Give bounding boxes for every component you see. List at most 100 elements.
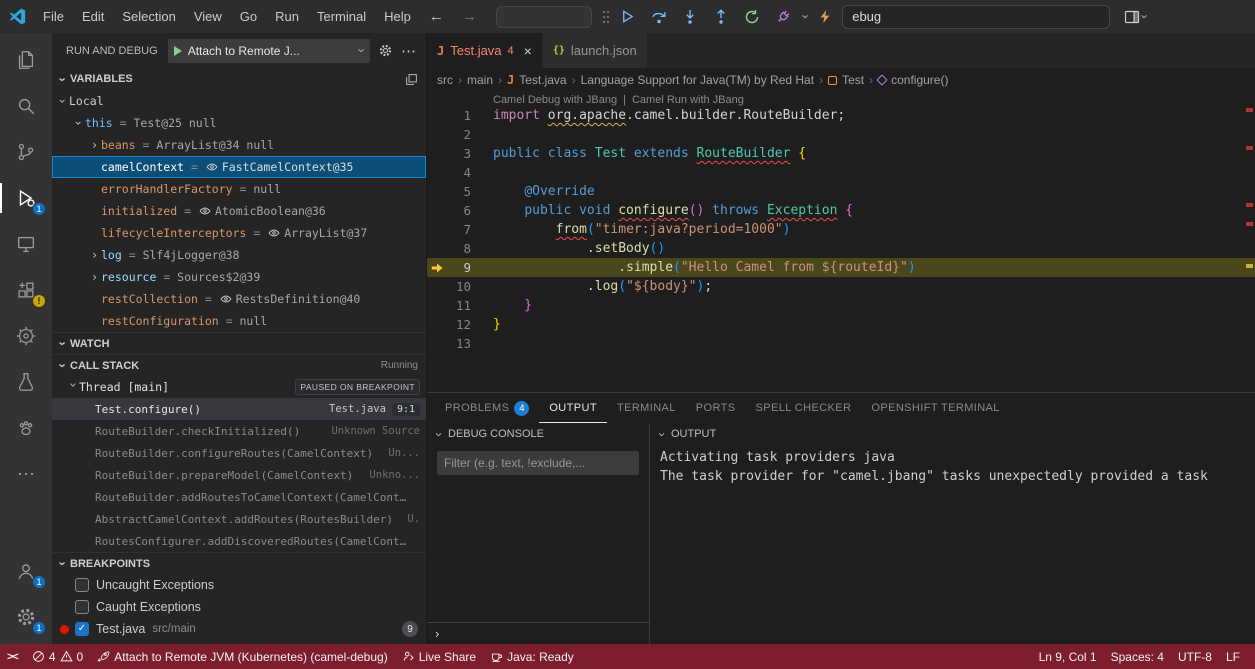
breadcrumb-class[interactable]: Test <box>842 73 864 87</box>
variable-row[interactable]: initialized = AtomicBoolean@36 <box>52 200 426 222</box>
search-box[interactable] <box>496 6 592 28</box>
stack-frame[interactable]: RouteBuilder.addRoutesToCamelContext(Cam… <box>52 486 426 508</box>
menu-go[interactable]: Go <box>231 0 266 33</box>
java-status[interactable]: Java: Ready <box>483 644 581 669</box>
live-share-status[interactable]: Live Share <box>395 644 483 669</box>
variable-row[interactable]: ›resource = Sources$2@39 <box>52 266 426 288</box>
variable-row[interactable]: restConfiguration = null <box>52 310 426 332</box>
activity-source-control[interactable] <box>0 129 52 175</box>
launch-config-dropdown[interactable]: Attach to Remote J... › <box>168 39 370 63</box>
forward-icon[interactable]: → <box>453 8 486 25</box>
breakpoints-section-header[interactable]: › BREAKPOINTS <box>52 552 426 574</box>
code-line-10[interactable]: 10 .log("${body}"); <box>427 277 1255 296</box>
code-line-4[interactable]: 4 <box>427 163 1255 182</box>
activity-explorer[interactable] <box>0 37 52 83</box>
breakpoint-row[interactable]: Test.javasrc/main9 <box>52 618 426 640</box>
step-over-icon[interactable] <box>649 7 669 27</box>
code-line-1[interactable]: 1import org.apache.camel.builder.RouteBu… <box>427 106 1255 125</box>
lightning-icon[interactable] <box>818 9 832 24</box>
output-header[interactable]: › OUTPUT <box>650 423 1255 445</box>
checkbox[interactable] <box>75 622 89 636</box>
menu-help[interactable]: Help <box>375 0 420 33</box>
breakpoint-row[interactable]: Uncaught Exceptions <box>52 574 426 596</box>
debug-console-header[interactable]: › DEBUG CONSOLE <box>427 423 649 445</box>
call-stack-section-header[interactable]: › CALL STACK Running <box>52 354 426 376</box>
code-line-13[interactable]: 13 <box>427 334 1255 353</box>
eye-icon[interactable] <box>199 205 211 217</box>
command-center[interactable]: ebug <box>842 5 1110 29</box>
disconnect-icon[interactable] <box>773 7 793 27</box>
activity-run-and-debug[interactable]: 1 <box>0 175 52 221</box>
variables-section-header[interactable]: › VARIABLES <box>52 68 426 90</box>
activity-more[interactable]: ⋯ <box>0 451 52 497</box>
more-actions-icon[interactable]: ⋯ <box>401 42 416 60</box>
breadcrumb-file[interactable]: Test.java <box>519 73 566 87</box>
breadcrumb-provider[interactable]: Language Support for Java(TM) by Red Hat <box>581 73 814 87</box>
code-line-6[interactable]: 6 public void configure() throws Excepti… <box>427 201 1255 220</box>
activity-accounts[interactable]: 1 <box>0 548 52 594</box>
debug-console-filter-input[interactable] <box>437 451 639 475</box>
remote-indicator[interactable]: >< <box>0 644 25 669</box>
breadcrumb-src[interactable]: src <box>437 73 453 87</box>
panel-tab-problems[interactable]: PROBLEMS4 <box>435 393 539 423</box>
tab-test-java[interactable]: J Test.java 4 × <box>427 33 543 68</box>
problems-status[interactable]: 4 0 <box>25 644 90 669</box>
panel-tab-ports[interactable]: PORTS <box>686 393 746 423</box>
activity-kubernetes[interactable] <box>0 313 52 359</box>
stack-frame[interactable]: RouteBuilder.prepareModel(CamelContext)U… <box>52 464 426 486</box>
back-icon[interactable]: ← <box>420 8 453 25</box>
debug-console-repl[interactable]: › <box>427 622 649 644</box>
eye-icon[interactable] <box>268 227 280 239</box>
activity-paw[interactable] <box>0 405 52 451</box>
breadcrumb-method[interactable]: configure() <box>891 73 948 87</box>
gear-icon[interactable] <box>378 43 393 58</box>
variable-row[interactable]: camelContext = FastCamelContext@35 <box>52 156 426 178</box>
codelens-debug-link[interactable]: Camel Debug with JBang <box>493 94 617 106</box>
open-panes-icon[interactable] <box>405 73 418 86</box>
menu-edit[interactable]: Edit <box>73 0 113 33</box>
code-line-11[interactable]: 11 } <box>427 296 1255 315</box>
debug-sessions-chevron-icon[interactable]: › <box>800 14 813 18</box>
variable-row[interactable]: errorHandlerFactory = null <box>52 178 426 200</box>
variable-row[interactable]: ›this = Test@25 null <box>52 112 426 134</box>
codelens-run-link[interactable]: Camel Run with JBang <box>632 94 744 106</box>
stack-frame[interactable]: RoutesConfigurer.addDiscoveredRoutes(Cam… <box>52 530 426 552</box>
step-into-icon[interactable] <box>680 7 700 27</box>
code-line-5[interactable]: 5 @Override <box>427 182 1255 201</box>
stack-frame[interactable]: RouteBuilder.configureRoutes(CamelContex… <box>52 442 426 464</box>
code-line-12[interactable]: 12} <box>427 315 1255 334</box>
editor-layout-button[interactable]: › <box>1124 9 1147 25</box>
variable-row[interactable]: lifecycleInterceptors = ArrayList@37 <box>52 222 426 244</box>
cursor-position[interactable]: Ln 9, Col 1 <box>1032 644 1104 669</box>
variable-row[interactable]: ›beans = ArrayList@34 null <box>52 134 426 156</box>
stack-frame[interactable]: Test.configure()Test.java9:1 <box>52 398 426 420</box>
checkbox[interactable] <box>75 578 89 592</box>
indentation[interactable]: Spaces: 4 <box>1104 644 1171 669</box>
checkbox[interactable] <box>75 600 89 614</box>
activity-remote-explorer[interactable] <box>0 221 52 267</box>
code-line-7[interactable]: 7 from("timer:java?period=1000") <box>427 220 1255 239</box>
menu-terminal[interactable]: Terminal <box>308 0 375 33</box>
panel-tab-openshift-terminal[interactable]: OPENSHIFT TERMINAL <box>861 393 1009 423</box>
eye-icon[interactable] <box>206 161 218 173</box>
code-line-8[interactable]: 8 .setBody() <box>427 239 1255 258</box>
start-debug-icon[interactable] <box>174 46 182 56</box>
activity-search[interactable] <box>0 83 52 129</box>
continue-icon[interactable] <box>618 7 638 27</box>
watch-section-header[interactable]: › WATCH <box>52 332 426 354</box>
code-line-9[interactable]: 9 .simple("Hello Camel from ${routeId}") <box>427 258 1255 277</box>
menu-view[interactable]: View <box>185 0 231 33</box>
restart-icon[interactable] <box>742 7 762 27</box>
encoding[interactable]: UTF-8 <box>1171 644 1219 669</box>
activity-extensions[interactable]: ! <box>0 267 52 313</box>
menu-file[interactable]: File <box>34 0 73 33</box>
eol[interactable]: LF <box>1219 644 1247 669</box>
output-log[interactable]: Activating task providers javaThe task p… <box>650 445 1255 486</box>
step-out-icon[interactable] <box>711 7 731 27</box>
eye-icon[interactable] <box>220 293 232 305</box>
close-icon[interactable]: × <box>524 43 532 59</box>
stack-frame[interactable]: AbstractCamelContext.addRoutes(RoutesBui… <box>52 508 426 530</box>
variable-row[interactable]: ›Local <box>52 90 426 112</box>
breakpoint-row[interactable]: Caught Exceptions <box>52 596 426 618</box>
thread-row[interactable]: › Thread [main] PAUSED ON BREAKPOINT <box>52 376 426 398</box>
